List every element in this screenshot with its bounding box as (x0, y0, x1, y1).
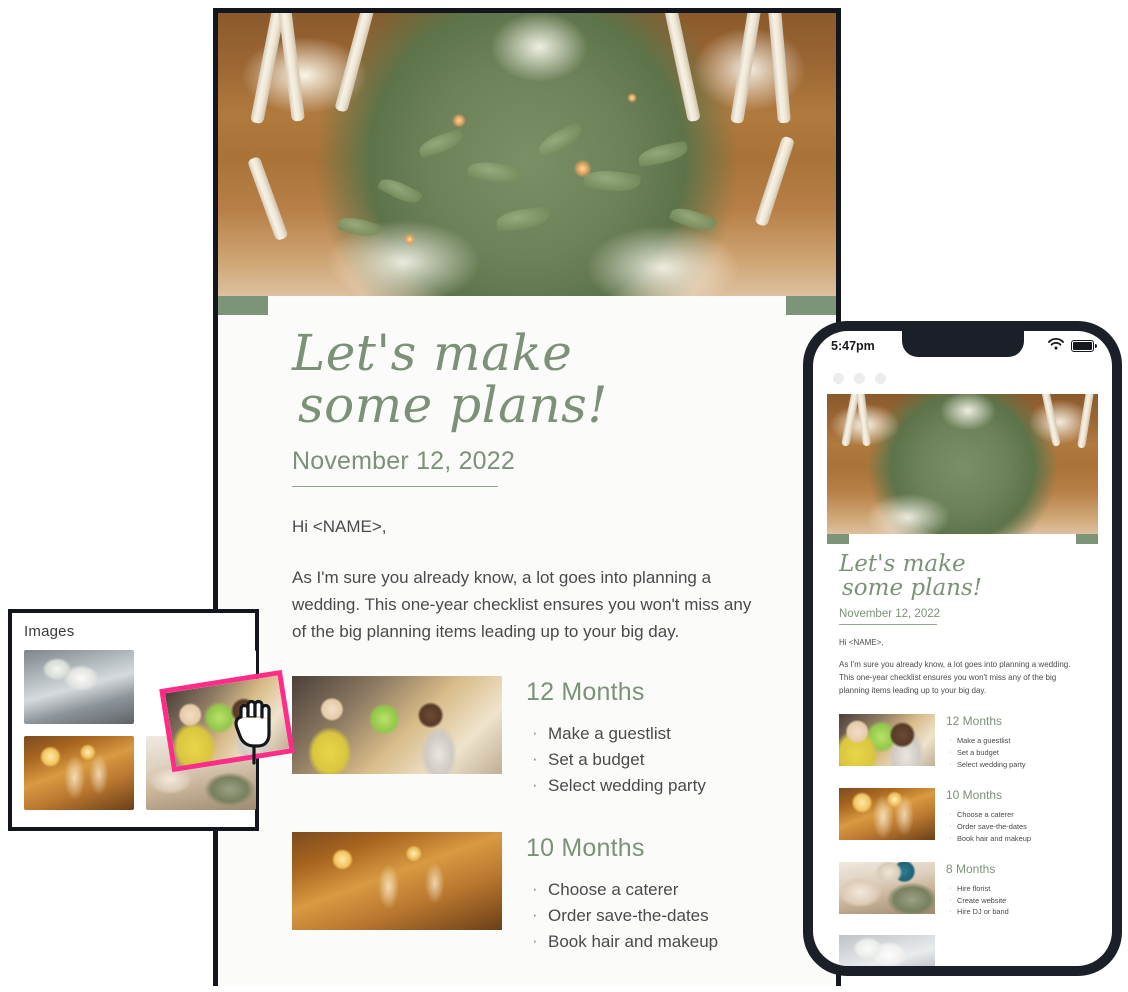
phone-checklist-section: 8 Months Hire florist Create website Hir… (839, 861, 1086, 919)
list-item: Make a guestlist (526, 720, 706, 747)
list-item: Set a budget (526, 746, 706, 773)
phone-section-thumbnail-florist (839, 861, 935, 914)
intro-paragraph: As I'm sure you already know, a lot goes… (292, 568, 752, 641)
phone-device-frame: 5:47pm Let's make some plans! November 1… (803, 321, 1122, 976)
list-item: Make a guestlist (946, 734, 1026, 747)
checklist-section: 12 Months Make a guestlist Set a budget … (292, 675, 762, 800)
list-item: Book hair and makeup (526, 928, 718, 955)
phone-section-item-list: Hire florist Create website Hire DJ or b… (946, 882, 1009, 919)
status-time: 5:47pm (831, 339, 875, 353)
image-thumbnail-glassware[interactable] (24, 736, 134, 810)
wifi-icon (1048, 337, 1064, 355)
phone-checklist-section: 12 Months Make a guestlist Set a budget … (839, 713, 1086, 771)
list-item: Choose a caterer (526, 876, 718, 903)
accent-block-right (786, 296, 836, 315)
phone-accent-block-left (827, 534, 849, 544)
list-item: Set a budget (946, 746, 1026, 759)
list-item: Hire florist (946, 882, 1009, 895)
accent-block-left (218, 296, 268, 315)
phone-accent-row (827, 534, 1098, 544)
phone-section-thumbnail-glassware (839, 787, 935, 840)
date-divider (292, 486, 498, 487)
phone-section-thumbnail-partial (839, 935, 935, 966)
phone-intro-paragraph: As I'm sure you already know, a lot goes… (839, 659, 1071, 695)
phone-date-divider (839, 623, 937, 625)
list-item: Select wedding party (946, 758, 1026, 771)
page-title-line2: some plans! (298, 376, 608, 434)
images-panel: Images (8, 609, 295, 831)
phone-section-heading: 12 Months (946, 713, 1003, 728)
greeting-text: Hi <NAME>, (292, 517, 387, 536)
phone-greeting-text: Hi <NAME>, (839, 637, 884, 647)
section-heading: 10 Months (526, 833, 645, 862)
phone-section-heading: 8 Months (946, 861, 996, 876)
hero-accent-row (218, 296, 836, 315)
section-item-list: Choose a caterer Order save-the-dates Bo… (526, 876, 718, 956)
page-title-line1: Let's make (292, 324, 573, 382)
list-item: Book hair and makeup (946, 832, 1031, 845)
phone-document-date: November 12, 2022 (839, 607, 941, 620)
list-item: Create website (946, 894, 1009, 907)
phone-checklist-section-partial (839, 935, 1086, 966)
phone-section-thumbnail-couple (839, 713, 935, 766)
document-date: November 12, 2022 (292, 447, 515, 475)
list-item: Order save-the-dates (526, 902, 718, 929)
browser-dot (833, 373, 844, 384)
image-thumbnail-wedding-car[interactable] (24, 650, 134, 724)
phone-section-heading: 10 Months (946, 787, 1003, 802)
phone-page-title: Let's make some plans! (839, 552, 1086, 601)
phone-page-title-line1: Let's make (839, 551, 966, 577)
hero-image (218, 13, 836, 296)
list-item: Hire DJ or band (946, 905, 1009, 918)
section-item-list: Make a guestlist Set a budget Select wed… (526, 720, 706, 800)
grabbing-hand-cursor (228, 695, 282, 765)
phone-section-item-list: Choose a caterer Order save-the-dates Bo… (946, 808, 1031, 845)
section-thumbnail-glassware (292, 831, 502, 930)
phone-screen: 5:47pm Let's make some plans! November 1… (813, 331, 1112, 966)
browser-window-dots (813, 361, 1112, 394)
screenshot-stage: Let's make some plans! November 12, 2022… (0, 0, 1128, 992)
phone-checklist-section: 10 Months Choose a caterer Order save-th… (839, 787, 1086, 845)
phone-section-item-list: Make a guestlist Set a budget Select wed… (946, 734, 1026, 771)
browser-dot (854, 373, 865, 384)
checklist-section: 10 Months Choose a caterer Order save-th… (292, 831, 762, 956)
section-thumbnail-couple (292, 675, 502, 774)
section-heading: 12 Months (526, 677, 645, 706)
images-grid (24, 650, 295, 810)
phone-accent-block-right (1076, 534, 1098, 544)
phone-document: Let's make some plans! November 12, 2022… (813, 394, 1112, 966)
phone-notch (901, 331, 1024, 357)
page-title: Let's make some plans! (292, 327, 762, 431)
phone-hero-image (827, 394, 1098, 534)
desktop-screen: Let's make some plans! November 12, 2022… (218, 13, 836, 986)
list-item: Select wedding party (526, 772, 706, 799)
images-panel-title: Images (24, 623, 75, 640)
list-item: Choose a caterer (946, 808, 1031, 821)
battery-icon (1071, 340, 1097, 352)
desktop-device-frame: Let's make some plans! November 12, 2022… (213, 8, 841, 986)
checklist-sections: 12 Months Make a guestlist Set a budget … (292, 675, 762, 986)
phone-page-title-line2: some plans! (842, 575, 983, 602)
document-body: Let's make some plans! November 12, 2022… (218, 315, 836, 986)
browser-dot (875, 373, 886, 384)
phone-checklist-sections: 12 Months Make a guestlist Set a budget … (839, 713, 1086, 966)
list-item: Order save-the-dates (946, 820, 1031, 833)
